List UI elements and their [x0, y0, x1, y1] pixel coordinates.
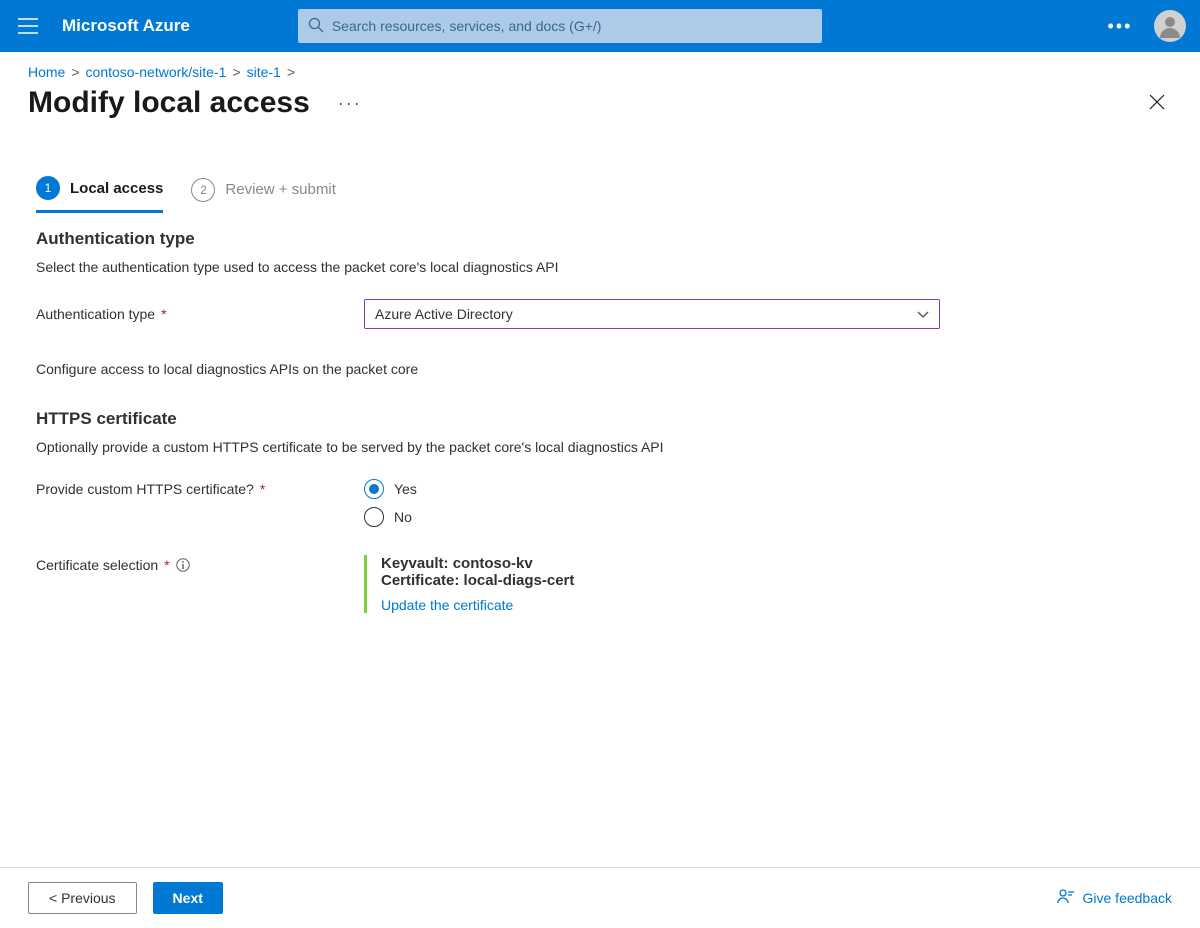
chevron-right-icon: > [71, 64, 79, 80]
auth-type-selected-value: Azure Active Directory [375, 306, 513, 322]
tab-review-submit[interactable]: 2 Review + submit [191, 176, 335, 213]
required-indicator: * [164, 557, 169, 573]
breadcrumb-home[interactable]: Home [28, 64, 65, 80]
auth-type-select[interactable]: Azure Active Directory [364, 299, 940, 329]
chevron-right-icon: > [232, 64, 240, 80]
give-feedback-link[interactable]: Give feedback [1057, 888, 1173, 909]
title-row: Modify local access ··· [0, 80, 1200, 126]
next-button[interactable]: Next [153, 882, 223, 914]
page-more-button[interactable]: ··· [330, 89, 370, 118]
footer: < Previous Next Give feedback [0, 867, 1200, 928]
info-icon[interactable] [176, 558, 190, 572]
breadcrumb-site[interactable]: site-1 [247, 64, 281, 80]
previous-button[interactable]: < Previous [28, 882, 137, 914]
radio-icon [364, 507, 384, 527]
provide-cert-radio-group: Yes No [364, 479, 417, 527]
global-search[interactable] [298, 9, 822, 43]
page-title: Modify local access [28, 86, 310, 120]
tab-step-number: 2 [191, 178, 215, 202]
close-icon [1148, 93, 1166, 111]
topbar-more-button[interactable]: ••• [1100, 6, 1140, 46]
radio-icon [364, 479, 384, 499]
cert-keyvault-line: Keyvault: contoso-kv [381, 555, 574, 572]
top-bar: Microsoft Azure ••• [0, 0, 1200, 52]
update-cert-link[interactable]: Update the certificate [381, 597, 513, 613]
breadcrumb-network[interactable]: contoso-network/site-1 [86, 64, 227, 80]
ellipsis-icon: ••• [1108, 16, 1133, 37]
auth-section-desc: Select the authentication type used to a… [36, 259, 1164, 275]
auth-sub-desc: Configure access to local diagnostics AP… [36, 361, 1164, 377]
chevron-down-icon [917, 306, 929, 322]
provide-cert-label: Provide custom HTTPS certificate? [36, 481, 254, 497]
cert-info-block: Keyvault: contoso-kv Certificate: local-… [364, 555, 574, 613]
auth-type-label: Authentication type [36, 306, 155, 322]
chevron-right-icon: > [287, 64, 295, 80]
required-indicator: * [260, 481, 265, 497]
tab-step-number: 1 [36, 176, 60, 200]
radio-no-label: No [394, 509, 412, 525]
search-icon [308, 17, 324, 36]
radio-yes-label: Yes [394, 481, 417, 497]
tab-local-access[interactable]: 1 Local access [36, 176, 163, 213]
feedback-label: Give feedback [1083, 890, 1173, 906]
tab-label: Review + submit [225, 181, 335, 198]
brand-label: Microsoft Azure [62, 16, 190, 36]
cert-selection-label: Certificate selection [36, 557, 158, 573]
https-section-title: HTTPS certificate [36, 409, 1164, 429]
feedback-icon [1057, 888, 1075, 909]
radio-no[interactable]: No [364, 507, 417, 527]
hamburger-icon[interactable] [8, 6, 48, 46]
radio-yes[interactable]: Yes [364, 479, 417, 499]
tab-label: Local access [70, 180, 163, 197]
tab-bar: 1 Local access 2 Review + submit [36, 176, 1164, 213]
auth-section-title: Authentication type [36, 229, 1164, 249]
content: 1 Local access 2 Review + submit Authent… [0, 126, 1200, 867]
required-indicator: * [161, 306, 166, 322]
breadcrumb: Home > contoso-network/site-1 > site-1 > [0, 52, 1200, 80]
search-input[interactable] [332, 18, 812, 34]
cert-name-line: Certificate: local-diags-cert [381, 572, 574, 589]
https-section-desc: Optionally provide a custom HTTPS certif… [36, 439, 1164, 455]
close-button[interactable] [1142, 87, 1172, 120]
avatar[interactable] [1154, 10, 1186, 42]
